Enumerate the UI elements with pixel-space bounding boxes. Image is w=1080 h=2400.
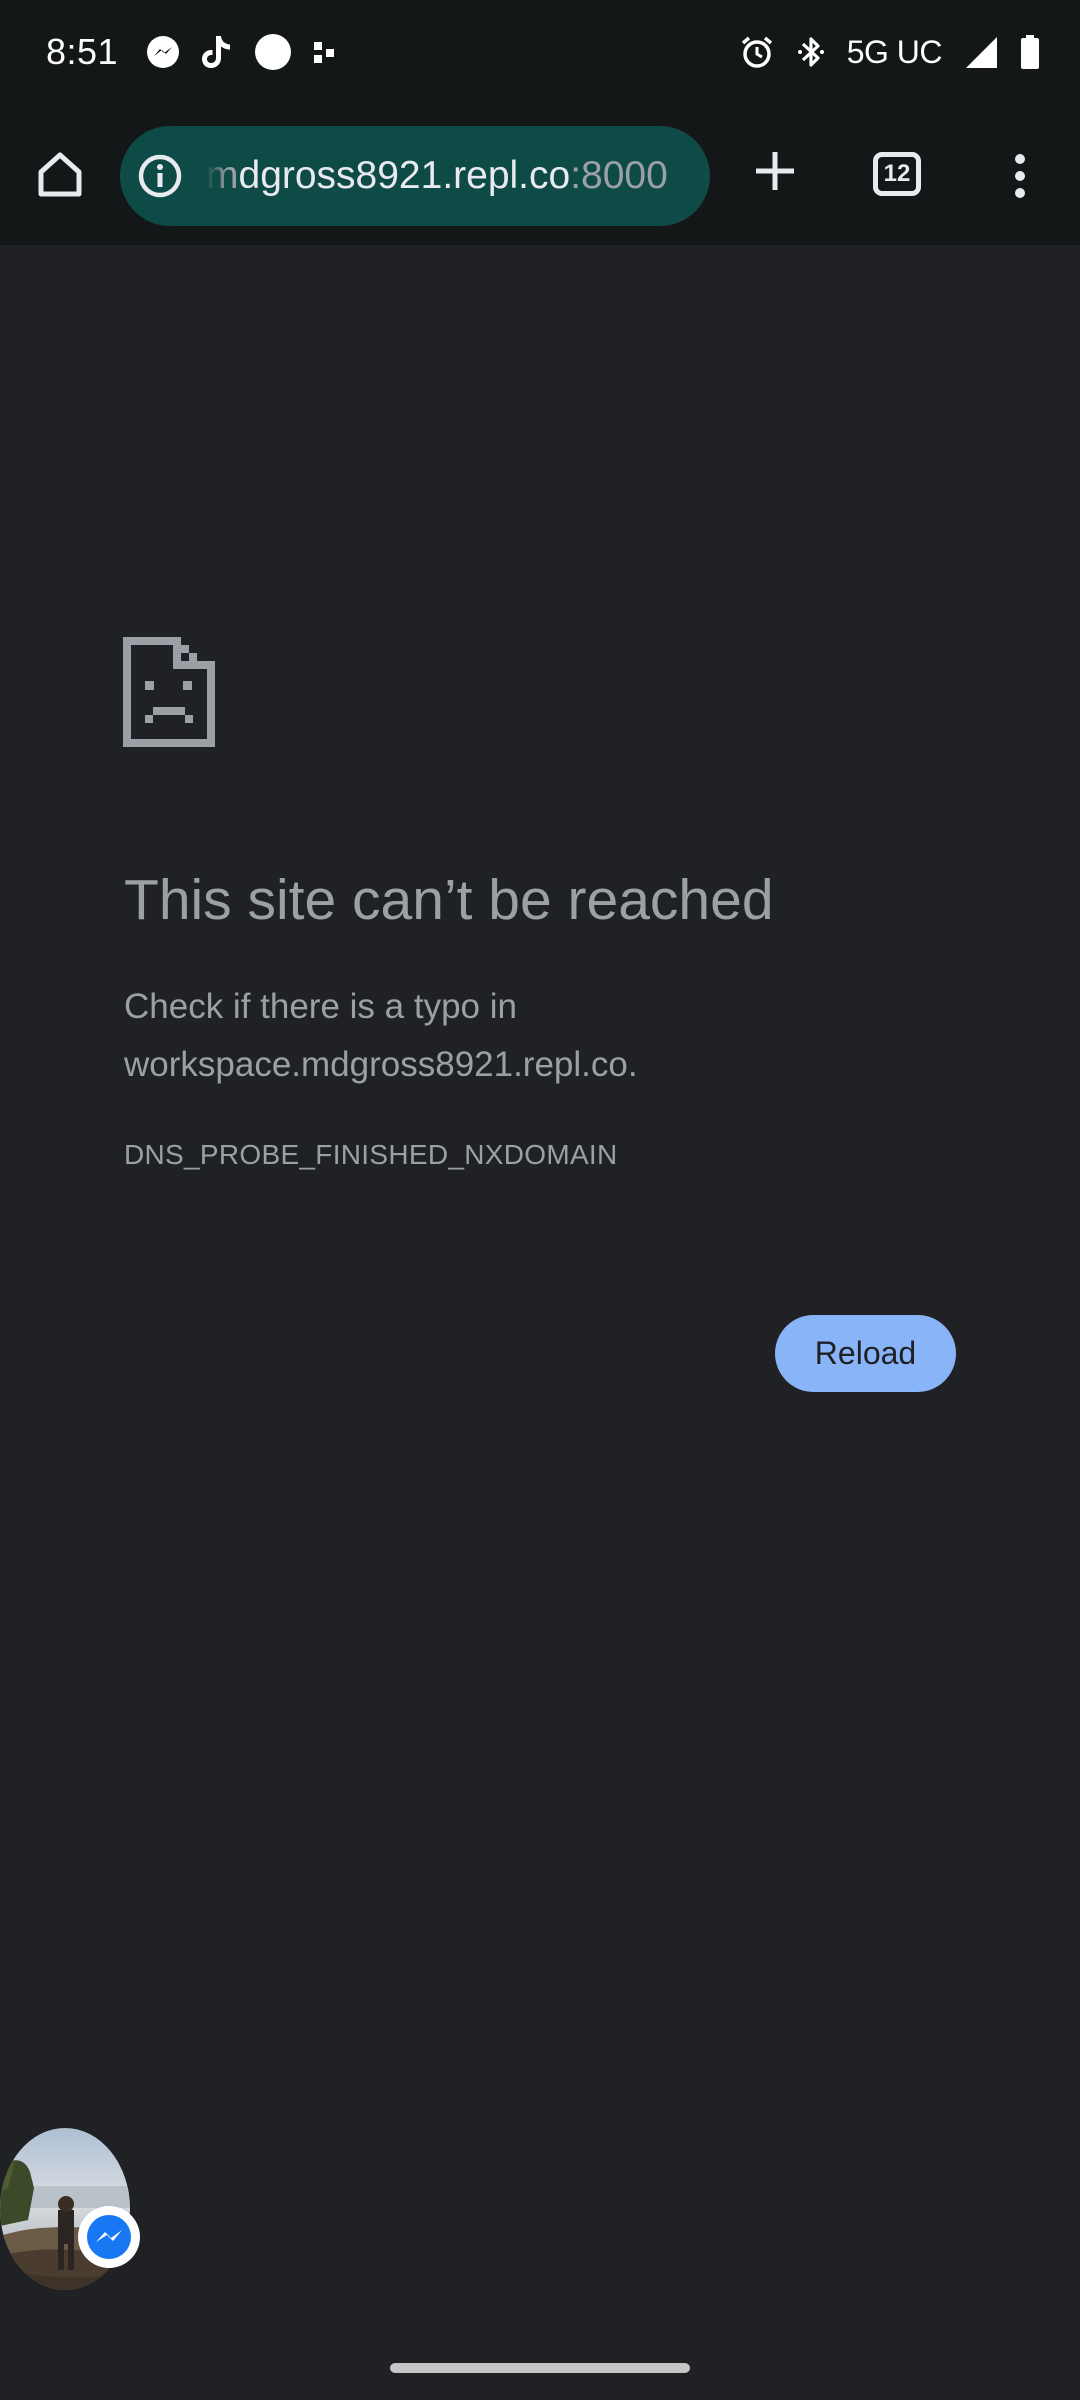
- home-icon: [35, 149, 85, 199]
- url-text[interactable]: mdgross8921.repl.co:8000: [206, 150, 710, 202]
- signal-icon: [964, 35, 998, 69]
- url-bar[interactable]: mdgross8921.repl.co:8000: [120, 126, 710, 226]
- circle-app-icon: [254, 33, 292, 71]
- sad-document-icon: [123, 637, 215, 747]
- reload-button[interactable]: Reload: [775, 1315, 956, 1392]
- gesture-navigation-bar[interactable]: [390, 2363, 690, 2373]
- dots-app-icon: [312, 40, 336, 64]
- error-description-line-2: workspace.mdgross8921.repl.co.: [124, 1045, 638, 1084]
- plus-icon: [753, 149, 797, 193]
- tiktok-icon: [200, 34, 234, 70]
- error-description: Check if there is a typo in workspace.md…: [124, 978, 1004, 1094]
- messenger-badge-icon: [78, 2206, 140, 2268]
- browser-screen: 8:51 5G UC mdgross8921.repl.co:8000 12 T…: [0, 0, 1080, 2400]
- more-vert-icon: [1014, 153, 1026, 199]
- messenger-icon: [146, 35, 180, 69]
- network-type: 5G UC: [846, 33, 943, 70]
- status-bar: 8:51 5G UC: [0, 0, 1080, 105]
- error-title: This site can’t be reached: [124, 868, 774, 932]
- battery-icon: [1020, 35, 1040, 69]
- url-prefix: m: [206, 154, 239, 197]
- tab-switcher-icon[interactable]: 12: [873, 152, 921, 196]
- new-tab-button[interactable]: [745, 141, 805, 201]
- info-icon[interactable]: [136, 152, 184, 200]
- tab-count: 12: [883, 160, 911, 187]
- notification-icons: [146, 30, 336, 74]
- more-menu-button[interactable]: [1000, 141, 1040, 211]
- alarm-icon: [739, 34, 775, 70]
- url-host: dgross8921.repl.co: [238, 154, 571, 197]
- messenger-chat-head[interactable]: [0, 2128, 140, 2290]
- status-time: 8:51: [46, 31, 119, 72]
- error-code: DNS_PROBE_FINISHED_NXDOMAIN: [124, 1139, 618, 1170]
- browser-toolbar: mdgross8921.repl.co:8000 12: [0, 105, 1080, 245]
- url-port: :8000: [570, 154, 668, 197]
- home-button[interactable]: [28, 142, 92, 206]
- bluetooth-icon: [797, 34, 825, 70]
- system-icons: 5G UC: [739, 30, 1040, 74]
- error-description-line-1: Check if there is a typo in: [124, 987, 517, 1026]
